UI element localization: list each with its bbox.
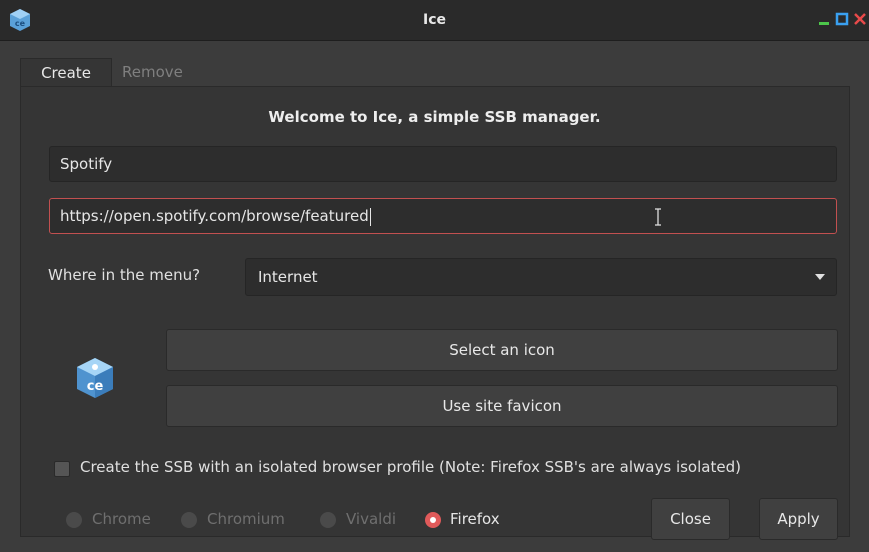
- radio-chrome-label: Chrome: [92, 510, 151, 528]
- menu-category-select[interactable]: Internet: [245, 258, 837, 296]
- app-name-value: Spotify: [60, 155, 113, 173]
- apply-button[interactable]: Apply: [759, 498, 838, 540]
- window-title: Ice: [422, 12, 446, 28]
- radio-chrome[interactable]: [66, 512, 82, 528]
- chevron-down-icon: [815, 274, 825, 280]
- radio-chromium[interactable]: [181, 512, 197, 528]
- radio-firefox-label: Firefox: [450, 510, 500, 528]
- radio-chromium-label: Chromium: [207, 510, 285, 528]
- ibeam-cursor-icon: [655, 208, 661, 226]
- title-bar: ce Ice: [0, 0, 869, 41]
- close-icon[interactable]: [849, 8, 869, 30]
- isolated-profile-checkbox[interactable]: [54, 461, 70, 477]
- use-favicon-button[interactable]: Use site favicon: [166, 385, 838, 427]
- welcome-heading: Welcome to Ice, a simple SSB manager.: [268, 108, 601, 126]
- menu-category-value: Internet: [258, 268, 318, 286]
- svg-text:ce: ce: [87, 379, 104, 394]
- app-name-input[interactable]: Spotify: [49, 146, 837, 182]
- menu-category-label: Where in the menu?: [48, 266, 201, 284]
- ice-logo-icon: ce: [77, 358, 113, 398]
- url-input[interactable]: https://open.spotify.com/browse/featured: [49, 198, 837, 234]
- tab-remove[interactable]: Remove: [112, 58, 193, 86]
- select-icon-button[interactable]: Select an icon: [166, 329, 838, 371]
- tab-create[interactable]: Create: [20, 58, 112, 86]
- url-value: https://open.spotify.com/browse/featured: [60, 207, 369, 225]
- close-button[interactable]: Close: [651, 498, 730, 540]
- radio-vivaldi-label: Vivaldi: [346, 510, 397, 528]
- isolated-profile-label: Create the SSB with an isolated browser …: [80, 458, 741, 476]
- radio-firefox[interactable]: [425, 512, 441, 528]
- radio-vivaldi[interactable]: [320, 512, 336, 528]
- text-caret: [369, 207, 371, 226]
